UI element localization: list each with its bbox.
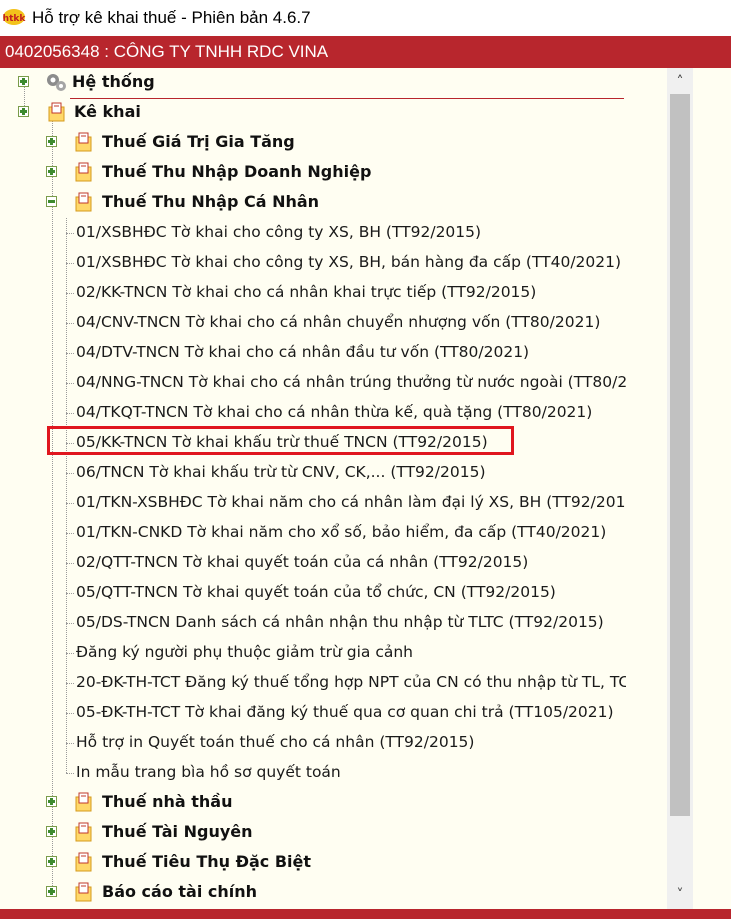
expand-plus-icon[interactable] [46,886,57,897]
tree-leaf-label: 01/XSBHĐC Tờ khai cho công ty XS, BH, bá… [76,253,622,271]
tree-node-label: Thuế Giá Trị Gia Tăng [102,132,295,151]
tree-node-ke-khai[interactable]: Kê khai [0,98,667,128]
folder-icon [75,822,92,842]
chevron-down-icon: ˅ [676,887,684,903]
tree-leaf-item[interactable]: Hỗ trợ in Quyết toán thuế cho cá nhân (T… [0,728,667,758]
tree-leaf-item[interactable]: Đăng ký người phụ thuộc giảm trừ gia cản… [0,638,667,668]
window-titlebar: htkk Hỗ trợ kê khai thuế - Phiên bản 4.6… [0,0,731,36]
bottom-status-bar [0,909,731,919]
tree-leaf-label: 05-ĐK-TH-TCT Tờ khai đăng ký thuế qua cơ… [76,703,614,721]
tree-node-tncn[interactable]: Thuế Thu Nhập Cá Nhân [0,188,667,218]
folder-icon [75,192,92,212]
expand-plus-icon[interactable] [18,76,29,87]
tree-node-label: Thuế Tài Nguyên [102,822,253,841]
expand-plus-icon[interactable] [18,106,29,117]
folder-icon [75,162,92,182]
scroll-thumb[interactable] [670,94,690,816]
tree-leaf-item[interactable]: In mẫu trang bìa hồ sơ quyết toán [0,758,667,788]
expand-plus-icon[interactable] [46,856,57,867]
tree-leaf-label: 06/TNCN Tờ khai khấu trừ từ CNV, CK,... … [76,463,486,481]
collapse-minus-icon[interactable] [46,196,57,207]
chevron-up-icon: ˄ [676,74,684,90]
tree-leaf-label: 04/NNG-TNCN Tờ khai cho cá nhân trúng th… [76,373,626,391]
vertical-scrollbar[interactable]: ˄ ˅ [667,68,693,909]
tree-node-label: Thuế Thu Nhập Doanh Nghiệp [102,162,372,181]
folder-icon [75,852,92,872]
scroll-up-button[interactable]: ˄ [667,70,693,94]
tree-node-label: Thuế Tiêu Thụ Đặc Biệt [102,852,312,871]
tree-leaf-item[interactable]: 05/QTT-TNCN Tờ khai quyết toán của tổ ch… [0,578,667,608]
tree-leaf-label: Đăng ký người phụ thuộc giảm trừ gia cản… [76,643,414,661]
selection-highlight-box [47,426,514,455]
tree-node-gtgt[interactable]: Thuế Giá Trị Gia Tăng [0,128,667,158]
tree-node-nha-thau[interactable]: Thuế nhà thầu [0,788,667,818]
tree-leaf-label: 02/QTT-TNCN Tờ khai quyết toán của cá nh… [76,553,529,571]
tree-leaf-item[interactable]: 05/DS-TNCN Danh sách cá nhân nhận thu nh… [0,608,667,638]
expand-plus-icon[interactable] [46,826,57,837]
expand-plus-icon[interactable] [46,166,57,177]
folder-icon [75,792,92,812]
tree-leaf-item[interactable]: 01/TKN-CNKD Tờ khai năm cho xổ số, bảo h… [0,518,667,548]
tree-node-label: Báo cáo tài chính [102,882,258,901]
tree-leaf-item[interactable]: 01/TKN-XSBHĐC Tờ khai năm cho cá nhân là… [0,488,667,518]
tree-node-label: Hệ thống [72,72,155,91]
tree-leaf-label: 04/DTV-TNCN Tờ khai cho cá nhân đầu tư v… [76,343,530,361]
folder-icon [75,882,92,902]
tree-leaf-label: 01/TKN-CNKD Tờ khai năm cho xổ số, bảo h… [76,523,607,541]
folder-icon [75,132,92,152]
tree-leaf-label: 05/DS-TNCN Danh sách cá nhân nhận thu nh… [76,613,604,631]
tree-leaf-label: 02/KK-TNCN Tờ khai cho cá nhân khai trực… [76,283,537,301]
tree-node-label: Thuế Thu Nhập Cá Nhân [102,192,320,211]
tree-node-label: Thuế nhà thầu [102,792,233,811]
tree-leaf-item[interactable]: 04/NNG-TNCN Tờ khai cho cá nhân trúng th… [0,368,667,398]
tree-leaf-label: Hỗ trợ in Quyết toán thuế cho cá nhân (T… [76,733,475,751]
tree-leaf-item[interactable]: 04/TKQT-TNCN Tờ khai cho cá nhân thừa kế… [0,398,667,428]
tree-leaf-item[interactable]: 04/CNV-TNCN Tờ khai cho cá nhân chuyển n… [0,308,667,338]
company-header: 0402056348 : CÔNG TY TNHH RDC VINA [0,36,731,68]
tree-node-he-thong[interactable]: Hệ thống [0,68,667,98]
tree-leaf-label: 05/QTT-TNCN Tờ khai quyết toán của tổ ch… [76,583,556,601]
tree-leaf-label: 01/XSBHĐC Tờ khai cho công ty XS, BH (TT… [76,223,482,241]
declaration-tree: Hệ thống Kê khai Thuế Giá Trị Gia Tăng T… [0,68,731,909]
tree-leaf-label: 01/TKN-XSBHĐC Tờ khai năm cho cá nhân là… [76,493,626,511]
expand-plus-icon[interactable] [46,796,57,807]
htkk-app-icon: htkk [3,9,26,25]
tree-leaf-item[interactable]: 05-ĐK-TH-TCT Tờ khai đăng ký thuế qua cơ… [0,698,667,728]
tree-leaf-label: In mẫu trang bìa hồ sơ quyết toán [76,763,341,781]
tree-node-ttdb[interactable]: Thuế Tiêu Thụ Đặc Biệt [0,848,667,878]
scroll-down-button[interactable]: ˅ [667,883,693,907]
tree-node-label: Kê khai [74,102,141,121]
tree-leaf-item[interactable]: 02/QTT-TNCN Tờ khai quyết toán của cá nh… [0,548,667,578]
tree-leaf-item[interactable]: 01/XSBHĐC Tờ khai cho công ty XS, BH, bá… [0,248,667,278]
tree-leaf-label: 20-ĐK-TH-TCT Đăng ký thuế tổng hợp NPT c… [76,673,626,691]
window-title: Hỗ trợ kê khai thuế - Phiên bản 4.6.7 [32,8,311,27]
tree-node-tndn[interactable]: Thuế Thu Nhập Doanh Nghiệp [0,158,667,188]
tree-leaf-item[interactable]: 06/TNCN Tờ khai khấu trừ từ CNV, CK,... … [0,458,667,488]
folder-icon [48,102,65,122]
svg-text:htkk: htkk [3,14,26,24]
tree-leaf-item[interactable]: 04/DTV-TNCN Tờ khai cho cá nhân đầu tư v… [0,338,667,368]
tree-leaf-item[interactable]: 20-ĐK-TH-TCT Đăng ký thuế tổng hợp NPT c… [0,668,667,698]
tree-leaf-label: 04/TKQT-TNCN Tờ khai cho cá nhân thừa kế… [76,403,593,421]
tree-node-bctc[interactable]: Báo cáo tài chính [0,878,667,908]
tree-node-tai-nguyen[interactable]: Thuế Tài Nguyên [0,818,667,848]
tree-leaf-item[interactable]: 02/KK-TNCN Tờ khai cho cá nhân khai trực… [0,278,667,308]
tree-leaf-item[interactable]: 01/XSBHĐC Tờ khai cho công ty XS, BH (TT… [0,218,667,248]
gears-icon [47,74,66,91]
tree-leaf-label: 04/CNV-TNCN Tờ khai cho cá nhân chuyển n… [76,313,601,331]
expand-plus-icon[interactable] [46,136,57,147]
